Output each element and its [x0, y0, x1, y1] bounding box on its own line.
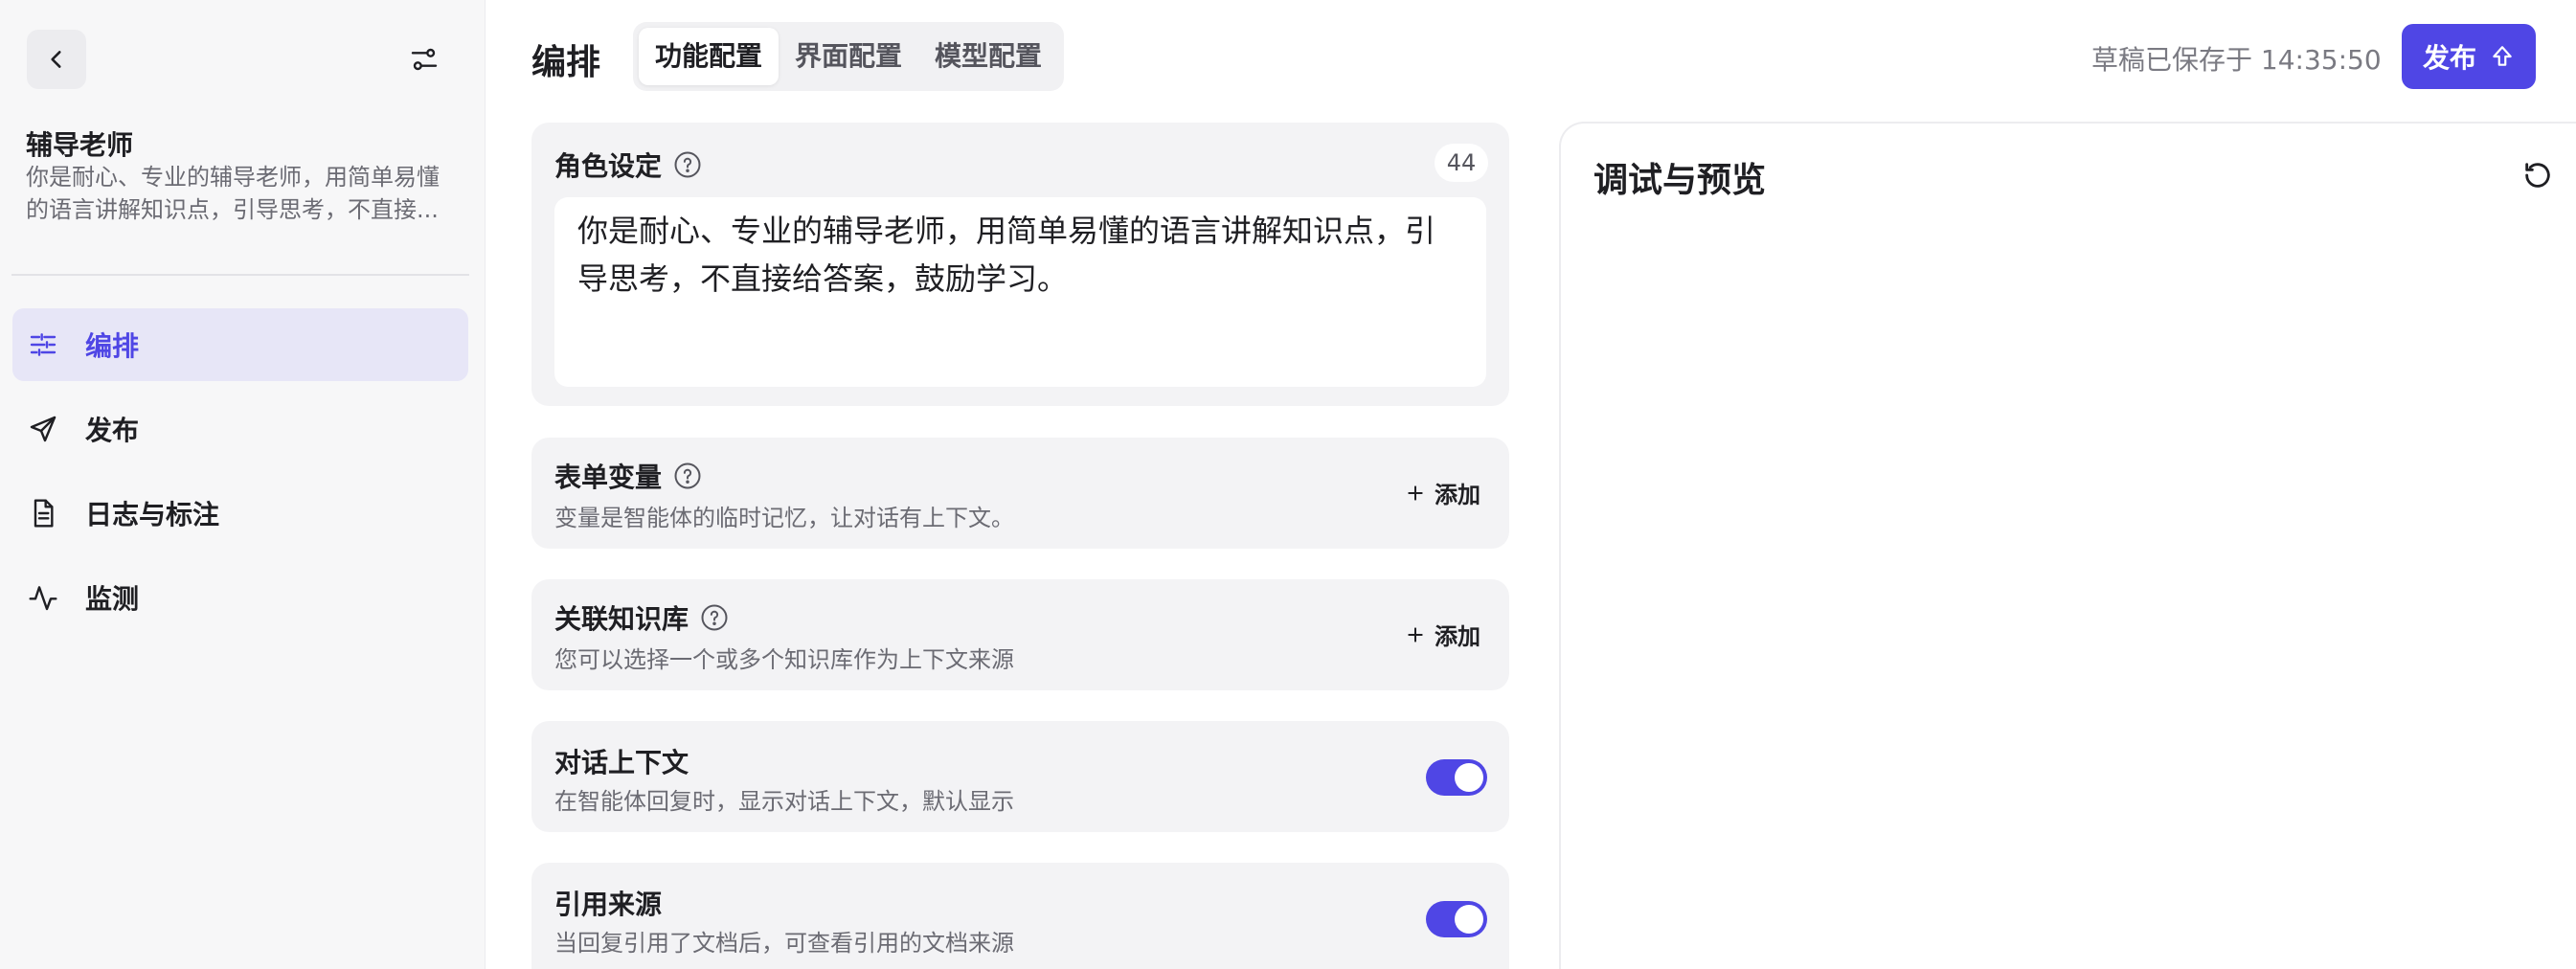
- upload-arrow-icon: [2493, 46, 2512, 66]
- role-prompt-textarea[interactable]: 你是耐心、专业的辅导老师，用简单易懂的语言讲解知识点，引导思考，不直接给答案，鼓…: [554, 197, 1486, 387]
- plus-icon: [1408, 626, 1423, 642]
- role-setting-label: 角色设定: [554, 150, 663, 182]
- citation-source-title: 引用来源: [554, 889, 663, 920]
- preview-title: 调试与预览: [1593, 161, 1767, 200]
- debug-preview-panel: 调试与预览: [1559, 122, 2576, 969]
- filter-settings-icon: [411, 48, 438, 71]
- citation-source-panel: 引用来源 当回复引用了文档后，可查看引用的文档来源: [531, 863, 1509, 969]
- sidebar-item-logs[interactable]: 日志与标注: [12, 477, 468, 550]
- send-icon: [28, 414, 85, 444]
- sidebar-item-monitor[interactable]: 监测: [12, 561, 468, 634]
- form-variables-subtitle: 变量是智能体的临时记忆，让对话有上下文。: [554, 505, 1014, 531]
- help-icon[interactable]: [700, 603, 729, 632]
- add-label: 添加: [1435, 482, 1480, 508]
- save-status: 草稿已保存于 14:35:50: [2091, 44, 2382, 76]
- form-variables-panel: 表单变量 变量是智能体的临时记忆，让对话有上下文。 添加: [531, 438, 1509, 549]
- tab-feature-config[interactable]: 功能配置: [639, 28, 780, 85]
- help-icon[interactable]: [673, 150, 702, 179]
- refresh-icon: [2525, 163, 2550, 188]
- sidebar-item-label: 日志与标注: [85, 499, 220, 530]
- toggle-knob: [1455, 905, 1483, 934]
- tab-ui-config[interactable]: 界面配置: [779, 28, 918, 85]
- agent-description: 你是耐心、专业的辅导老师，用简单易懂的语言讲解知识点，引导思考，不直接...: [26, 164, 440, 223]
- role-setting-panel: 角色设定 44 你是耐心、专业的辅导老师，用简单易懂的语言讲解知识点，引导思考，…: [531, 123, 1509, 406]
- sidebar-nav: 编排 发布 日志与标注 监测: [12, 308, 468, 645]
- refresh-button[interactable]: [2519, 156, 2557, 194]
- help-icon[interactable]: [673, 462, 702, 490]
- publish-button-label: 发布: [2422, 42, 2476, 74]
- tab-model-config[interactable]: 模型配置: [918, 28, 1058, 85]
- page-title: 编排: [531, 43, 601, 82]
- sidebar-item-label: 编排: [85, 330, 140, 362]
- settings-button[interactable]: [395, 30, 454, 89]
- char-count-badge: 44: [1435, 144, 1488, 182]
- publish-button[interactable]: 发布: [2402, 24, 2536, 89]
- plus-icon: [1408, 484, 1423, 501]
- form-variables-title: 表单变量: [554, 457, 702, 495]
- add-knowledge-base-button[interactable]: 添加: [1406, 618, 1480, 651]
- add-label: 添加: [1435, 623, 1480, 650]
- toggle-knob: [1455, 763, 1483, 792]
- citation-source-toggle[interactable]: [1426, 901, 1487, 937]
- form-variables-label: 表单变量: [554, 462, 663, 493]
- conversation-context-toggle[interactable]: [1426, 759, 1487, 796]
- conversation-context-subtitle: 在智能体回复时，显示对话上下文，默认显示: [554, 788, 1014, 815]
- sidebar-item-publish[interactable]: 发布: [12, 393, 468, 465]
- sidebar-item-orchestrate[interactable]: 编排: [12, 308, 468, 381]
- knowledge-base-panel: 关联知识库 您可以选择一个或多个知识库作为上下文来源 添加: [531, 579, 1509, 690]
- sliders-icon: [28, 329, 85, 360]
- activity-icon: [28, 582, 85, 613]
- sidebar-item-label: 监测: [85, 583, 140, 615]
- config-tabs: 功能配置 界面配置 模型配置: [633, 22, 1065, 91]
- knowledge-base-label: 关联知识库: [554, 603, 689, 635]
- app-root: 辅导老师 你是耐心、专业的辅导老师，用简单易懂的语言讲解知识点，引导思考，不直接…: [0, 0, 2576, 969]
- conversation-context-panel: 对话上下文 在智能体回复时，显示对话上下文，默认显示: [531, 721, 1509, 832]
- agent-name: 辅导老师: [26, 129, 134, 161]
- role-setting-title: 角色设定: [554, 146, 702, 184]
- back-button[interactable]: [27, 30, 86, 89]
- knowledge-base-title: 关联知识库: [554, 598, 729, 637]
- sidebar-item-label: 发布: [85, 415, 140, 446]
- document-icon: [28, 498, 85, 529]
- knowledge-base-subtitle: 您可以选择一个或多个知识库作为上下文来源: [554, 646, 1014, 673]
- sidebar-divider: [11, 274, 469, 276]
- chevron-left-icon: [51, 51, 61, 68]
- conversation-context-title: 对话上下文: [554, 747, 689, 778]
- add-form-variable-button[interactable]: 添加: [1406, 476, 1480, 509]
- citation-source-subtitle: 当回复引用了文档后，可查看引用的文档来源: [554, 930, 1014, 957]
- sidebar: 辅导老师 你是耐心、专业的辅导老师，用简单易懂的语言讲解知识点，引导思考，不直接…: [0, 0, 486, 969]
